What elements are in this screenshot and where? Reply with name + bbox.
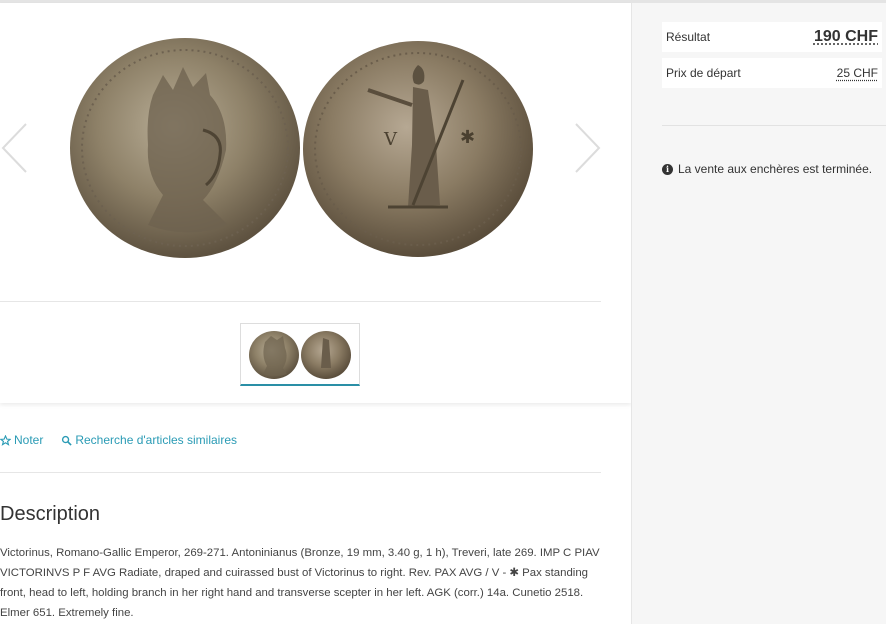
start-price-row: Prix de départ 25 CHF (662, 58, 882, 88)
coin-main-image[interactable]: V ✱ (68, 35, 534, 261)
description-heading: Description (0, 503, 101, 525)
result-row: Résultat 190 CHF (662, 22, 882, 52)
svg-text:V: V (383, 129, 398, 150)
coin-thumbnail-image (249, 331, 351, 379)
chevron-left-icon (1, 123, 27, 173)
start-price-label: Prix de départ (666, 66, 741, 80)
start-price-value[interactable]: 25 CHF (837, 66, 878, 80)
auction-sidebar: Résultat 190 CHF Prix de départ 25 CHF i… (631, 3, 886, 624)
lot-actions: Noter Recherche d'articles similaires (0, 431, 255, 449)
gallery-prev-button[interactable] (0, 121, 30, 175)
auction-status-text: La vente aux enchères est terminée. (678, 162, 873, 176)
gallery-thumbnail[interactable] (240, 323, 360, 386)
result-value[interactable]: 190 CHF (814, 28, 878, 46)
result-label: Résultat (666, 30, 711, 44)
description-text: Victorinus, Romano-Gallic Emperor, 269-2… (0, 547, 600, 619)
lot-main-column: V ✱ Noter Recherche d'articles similaire… (0, 3, 631, 624)
gallery-divider (0, 301, 601, 302)
note-button[interactable]: Noter (0, 433, 43, 447)
info-circle-icon: i (662, 163, 673, 175)
search-icon (61, 435, 72, 446)
svg-text:✱: ✱ (460, 127, 475, 148)
sidebar-divider (662, 125, 886, 126)
auction-status: i La vente aux enchères est terminée. (662, 162, 872, 176)
star-outline-icon (0, 434, 11, 446)
chevron-right-icon (575, 123, 601, 173)
note-label: Noter (14, 433, 44, 447)
similar-items-label: Recherche d'articles similaires (75, 433, 238, 447)
actions-divider (0, 472, 601, 473)
image-gallery: V ✱ (0, 3, 631, 403)
gallery-next-button[interactable] (572, 121, 602, 175)
similar-items-search-link[interactable]: Recherche d'articles similaires (61, 433, 237, 447)
